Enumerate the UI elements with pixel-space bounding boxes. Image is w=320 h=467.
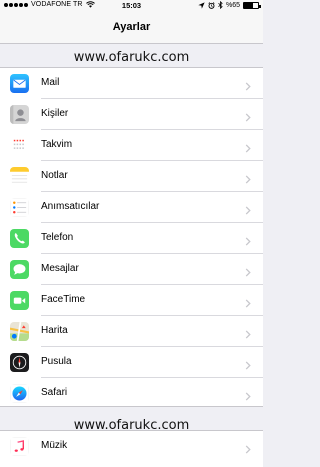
settings-row-label: Anımsatıcılar: [41, 201, 100, 212]
chevron-right-icon: [245, 202, 251, 215]
battery-icon: [243, 1, 261, 9]
watermark-text: www.ofarukc.com: [73, 50, 190, 65]
chevron-right-icon: [245, 357, 251, 370]
settings-row-harita[interactable]: Harita: [0, 316, 263, 347]
chevron-right-icon: [245, 140, 251, 153]
notes-icon: [10, 167, 29, 186]
settings-row-label: FaceTime: [41, 294, 86, 305]
chevron-right-icon: [245, 441, 251, 454]
chevron-right-icon: [245, 171, 251, 184]
alarm-clock-icon: [208, 1, 215, 9]
reminders-icon: [10, 198, 29, 217]
settings-row-telefon[interactable]: Telefon: [0, 223, 263, 254]
facetime-icon: [10, 291, 29, 310]
settings-row-mesajlar[interactable]: Mesajlar: [0, 254, 263, 285]
settings-row-label: Notlar: [41, 170, 68, 181]
chevron-right-icon: [245, 109, 251, 122]
calendar-icon: [10, 136, 29, 155]
chevron-right-icon: [245, 326, 251, 339]
settings-group-apps: Mail Kişiler Takvim Notlar Anımsatıcılar Tele…: [0, 67, 263, 407]
settings-row-animsaticilar[interactable]: Anımsatıcılar: [0, 192, 263, 223]
settings-row-label: Harita: [41, 325, 68, 336]
settings-row-label: Takvim: [41, 139, 73, 150]
messages-icon: [10, 260, 29, 279]
settings-row-notlar[interactable]: Notlar: [0, 161, 263, 192]
settings-row-label: Pusula: [41, 356, 72, 367]
maps-icon: [10, 322, 29, 341]
settings-row-label: Mesajlar: [41, 263, 79, 274]
settings-row-label: Mail: [41, 77, 60, 88]
status-right: %65: [198, 1, 261, 9]
battery-percentage: %65: [225, 1, 240, 9]
chevron-right-icon: [245, 78, 251, 91]
settings-row-kisiler[interactable]: Kişiler: [0, 99, 263, 130]
safari-icon: [10, 384, 29, 403]
settings-row-label: Müzik: [41, 440, 68, 451]
settings-row-mail[interactable]: Mail: [0, 68, 263, 99]
phone-icon: [10, 229, 29, 248]
compass-icon: [10, 353, 29, 372]
navigation-bar: Ayarlar: [0, 11, 263, 44]
contacts-icon: [10, 105, 29, 124]
settings-row-label: Kişiler: [41, 108, 69, 119]
settings-row-label: Telefon: [41, 232, 74, 243]
chevron-right-icon: [245, 295, 251, 308]
settings-row-pusula[interactable]: Pusula: [0, 347, 263, 378]
music-icon: [10, 437, 29, 456]
page-title: Ayarlar: [112, 21, 151, 33]
settings-group-media: Müzik: [0, 430, 263, 467]
settings-row-label: Safari: [41, 387, 68, 398]
battery-level-fill: [244, 2, 254, 8]
settings-row-safari[interactable]: Safari: [0, 378, 263, 409]
settings-row-muzik[interactable]: Müzik: [0, 431, 263, 462]
location-icon: [198, 1, 205, 9]
bluetooth-icon: [218, 1, 223, 9]
mail-icon: [10, 74, 29, 93]
status-bar: VODAFONE TR 15:03 %65: [0, 0, 263, 11]
chevron-right-icon: [245, 264, 251, 277]
chevron-right-icon: [245, 233, 251, 246]
settings-row-takvim[interactable]: Takvim: [0, 130, 263, 161]
chevron-right-icon: [245, 388, 251, 401]
settings-row-facetime[interactable]: FaceTime: [0, 285, 263, 316]
